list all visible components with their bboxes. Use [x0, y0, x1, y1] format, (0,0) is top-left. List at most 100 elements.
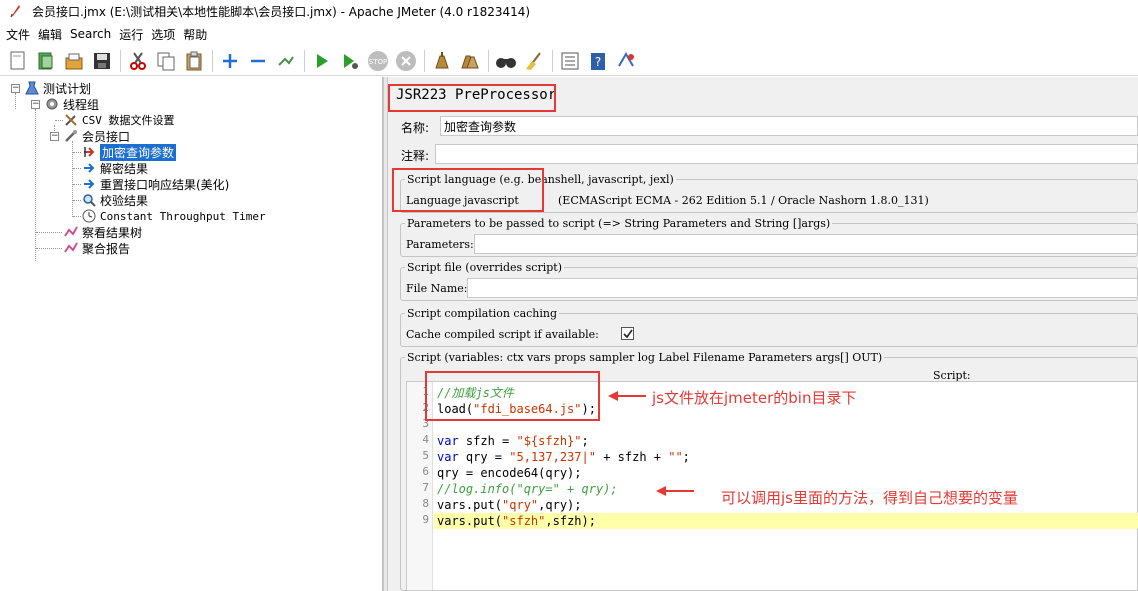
annotation-note: js文件放在jmeter的bin目录下: [652, 389, 857, 407]
new-icon[interactable]: [6, 49, 30, 73]
listener-icon: [63, 224, 79, 240]
collapse-icon[interactable]: [246, 49, 270, 73]
search-icon[interactable]: [494, 49, 518, 73]
open-icon[interactable]: [62, 49, 86, 73]
window-title: 会员接口.jmx (E:\测试相关\本地性能脚本\会员接口.jmx) - Apa…: [32, 4, 531, 19]
tree-connector: [73, 168, 81, 169]
clear-all-icon[interactable]: [458, 49, 482, 73]
tree-collapse-toggle[interactable]: −: [31, 100, 40, 109]
code-line: qry = encode64(qry);: [437, 466, 582, 480]
menu-options[interactable]: 选项: [151, 26, 175, 43]
tree-item-timer[interactable]: Constant Throughput Timer: [81, 208, 266, 224]
test-plan-icon: [24, 80, 40, 96]
expand-icon[interactable]: [218, 49, 242, 73]
remote-icon[interactable]: [614, 49, 638, 73]
tree-connector: [55, 120, 63, 121]
tree-connector: [73, 184, 81, 185]
annotation-arrow-icon: [656, 486, 694, 496]
tree-item-assertion[interactable]: 校验结果: [81, 192, 148, 208]
cache-legend: Script compilation caching: [405, 307, 560, 320]
function-helper-icon[interactable]: [558, 49, 582, 73]
tree-connector: [73, 152, 81, 153]
tree-item-csv-config[interactable]: CSV 数据文件设置: [63, 112, 175, 128]
parameters-label: Parameters:: [406, 238, 474, 251]
tree-connector: [15, 93, 16, 109]
highlight-box-load: [425, 371, 600, 421]
postprocessor-icon: [81, 176, 97, 192]
comment-label: 注释:: [401, 149, 430, 163]
toolbar: STOP ?: [0, 46, 1138, 76]
menu-edit[interactable]: 编辑: [38, 26, 62, 43]
tree-connector: [73, 216, 81, 217]
preprocessor-icon: [81, 144, 97, 160]
test-plan-tree: − − − 测试计划 线程组 CSV 数据文件设置 会员接口 加密查询参数 解密…: [0, 77, 383, 591]
pipette-icon: [63, 128, 79, 144]
menu-help[interactable]: 帮助: [183, 26, 207, 43]
name-label: 名称:: [401, 121, 430, 135]
save-icon[interactable]: [90, 49, 114, 73]
highlight-box-language: [392, 168, 544, 212]
tree-collapse-toggle[interactable]: −: [11, 84, 20, 93]
tree-connector: [73, 200, 81, 201]
tree-connector: [35, 109, 36, 261]
paste-icon[interactable]: [182, 49, 206, 73]
tree-item-preprocessor[interactable]: 加密查询参数: [81, 143, 177, 161]
toolbar-divider: [304, 49, 305, 72]
menu-bar: 文件 编辑 Search 运行 选项 帮助: [0, 24, 1138, 44]
gear-icon: [44, 96, 60, 112]
script-file-legend: Script file (overrides script): [405, 261, 564, 274]
code-line: vars.put("qry",qry);: [437, 498, 582, 512]
shutdown-icon[interactable]: [394, 49, 418, 73]
code-line: vars.put("sfzh",sfzh);: [437, 514, 596, 528]
script-legend: Script (variables: ctx vars props sample…: [405, 351, 885, 364]
copy-icon[interactable]: [154, 49, 178, 73]
annotation-note: 可以调用js里面的方法，得到自己想要的变量: [721, 489, 1018, 507]
file-name-field[interactable]: [467, 278, 1138, 298]
file-name-label: File Name:: [406, 282, 468, 295]
tree-connector: [36, 248, 62, 249]
annotation-arrow-icon: [608, 391, 646, 401]
stop-icon[interactable]: STOP: [366, 49, 390, 73]
code-line: var qry = "5,137,237|" + sfzh + "";: [437, 450, 690, 464]
tree-item-postprocessor-format[interactable]: 重置接口响应结果(美化): [81, 176, 229, 192]
toolbar-divider: [120, 49, 121, 72]
start-no-pause-icon[interactable]: [338, 49, 362, 73]
tree-item-postprocessor-decrypt[interactable]: 解密结果: [81, 160, 148, 176]
comment-field[interactable]: [435, 144, 1138, 164]
code-line: //log.info("qry=" + qry);: [437, 482, 618, 496]
cache-checkbox[interactable]: [621, 327, 634, 340]
line-number: 6: [422, 465, 429, 478]
checkmark-icon: [623, 329, 633, 339]
start-icon[interactable]: [310, 49, 334, 73]
menu-run[interactable]: 运行: [119, 26, 143, 43]
tree-item-thread-group[interactable]: 线程组: [44, 96, 99, 112]
tree-item-test-plan[interactable]: 测试计划: [24, 80, 91, 96]
listener-icon: [63, 240, 79, 256]
name-field[interactable]: 加密查询参数: [440, 116, 1138, 136]
line-number: 7: [422, 481, 429, 494]
toolbar-divider: [212, 49, 213, 72]
tree-connector: [36, 232, 62, 233]
line-number: 8: [422, 497, 429, 510]
cache-label: Cache compiled script if available:: [406, 328, 599, 341]
tree-item-listener-aggregate[interactable]: 聚合报告: [63, 240, 130, 256]
tree-item-sampler[interactable]: 会员接口: [63, 128, 130, 144]
tree-collapse-toggle[interactable]: −: [50, 132, 59, 141]
templates-icon[interactable]: [34, 49, 58, 73]
menu-file[interactable]: 文件: [6, 26, 30, 43]
clear-icon[interactable]: [430, 49, 454, 73]
magnifier-icon: [81, 192, 97, 208]
line-number: 4: [422, 433, 429, 446]
help-icon[interactable]: ?: [586, 49, 610, 73]
parameters-field[interactable]: [474, 234, 1138, 254]
cut-icon[interactable]: [126, 49, 150, 73]
jmeter-feather-icon: [10, 5, 20, 18]
menu-search[interactable]: Search: [70, 27, 111, 41]
title-bar: 会员接口.jmx (E:\测试相关\本地性能脚本\会员接口.jmx) - Apa…: [0, 0, 1138, 22]
toggle-icon[interactable]: [274, 49, 298, 73]
tree-item-listener-tree[interactable]: 察看结果树: [63, 224, 142, 240]
postprocessor-icon: [81, 160, 97, 176]
toolbar-divider: [488, 49, 489, 72]
toolbar-divider: [424, 49, 425, 72]
reset-search-icon[interactable]: [522, 49, 546, 73]
